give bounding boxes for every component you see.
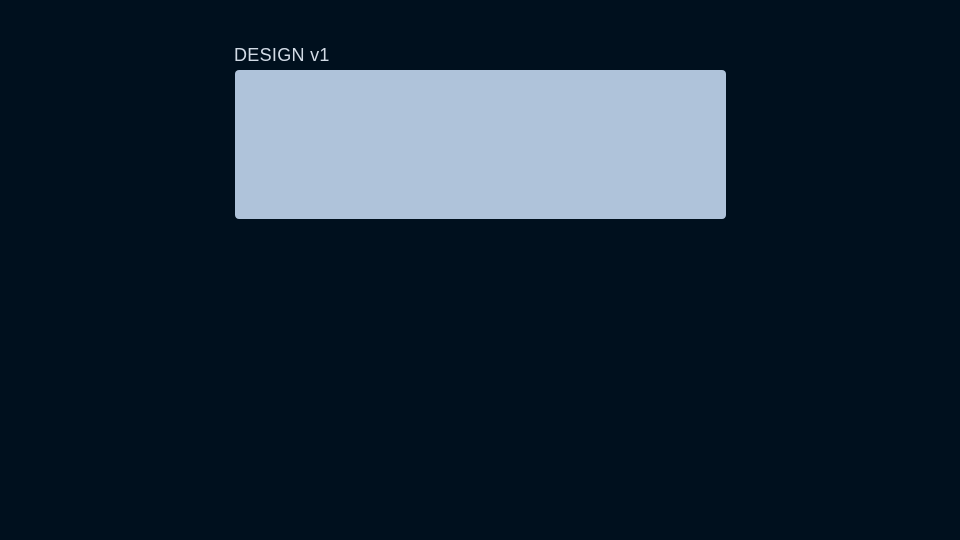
app-canvas: { "header": { "label": "DESIGN v1" }, "c…	[0, 0, 960, 540]
design-version-label: DESIGN v1	[234, 45, 330, 65]
design-preview-panel[interactable]	[235, 70, 726, 219]
